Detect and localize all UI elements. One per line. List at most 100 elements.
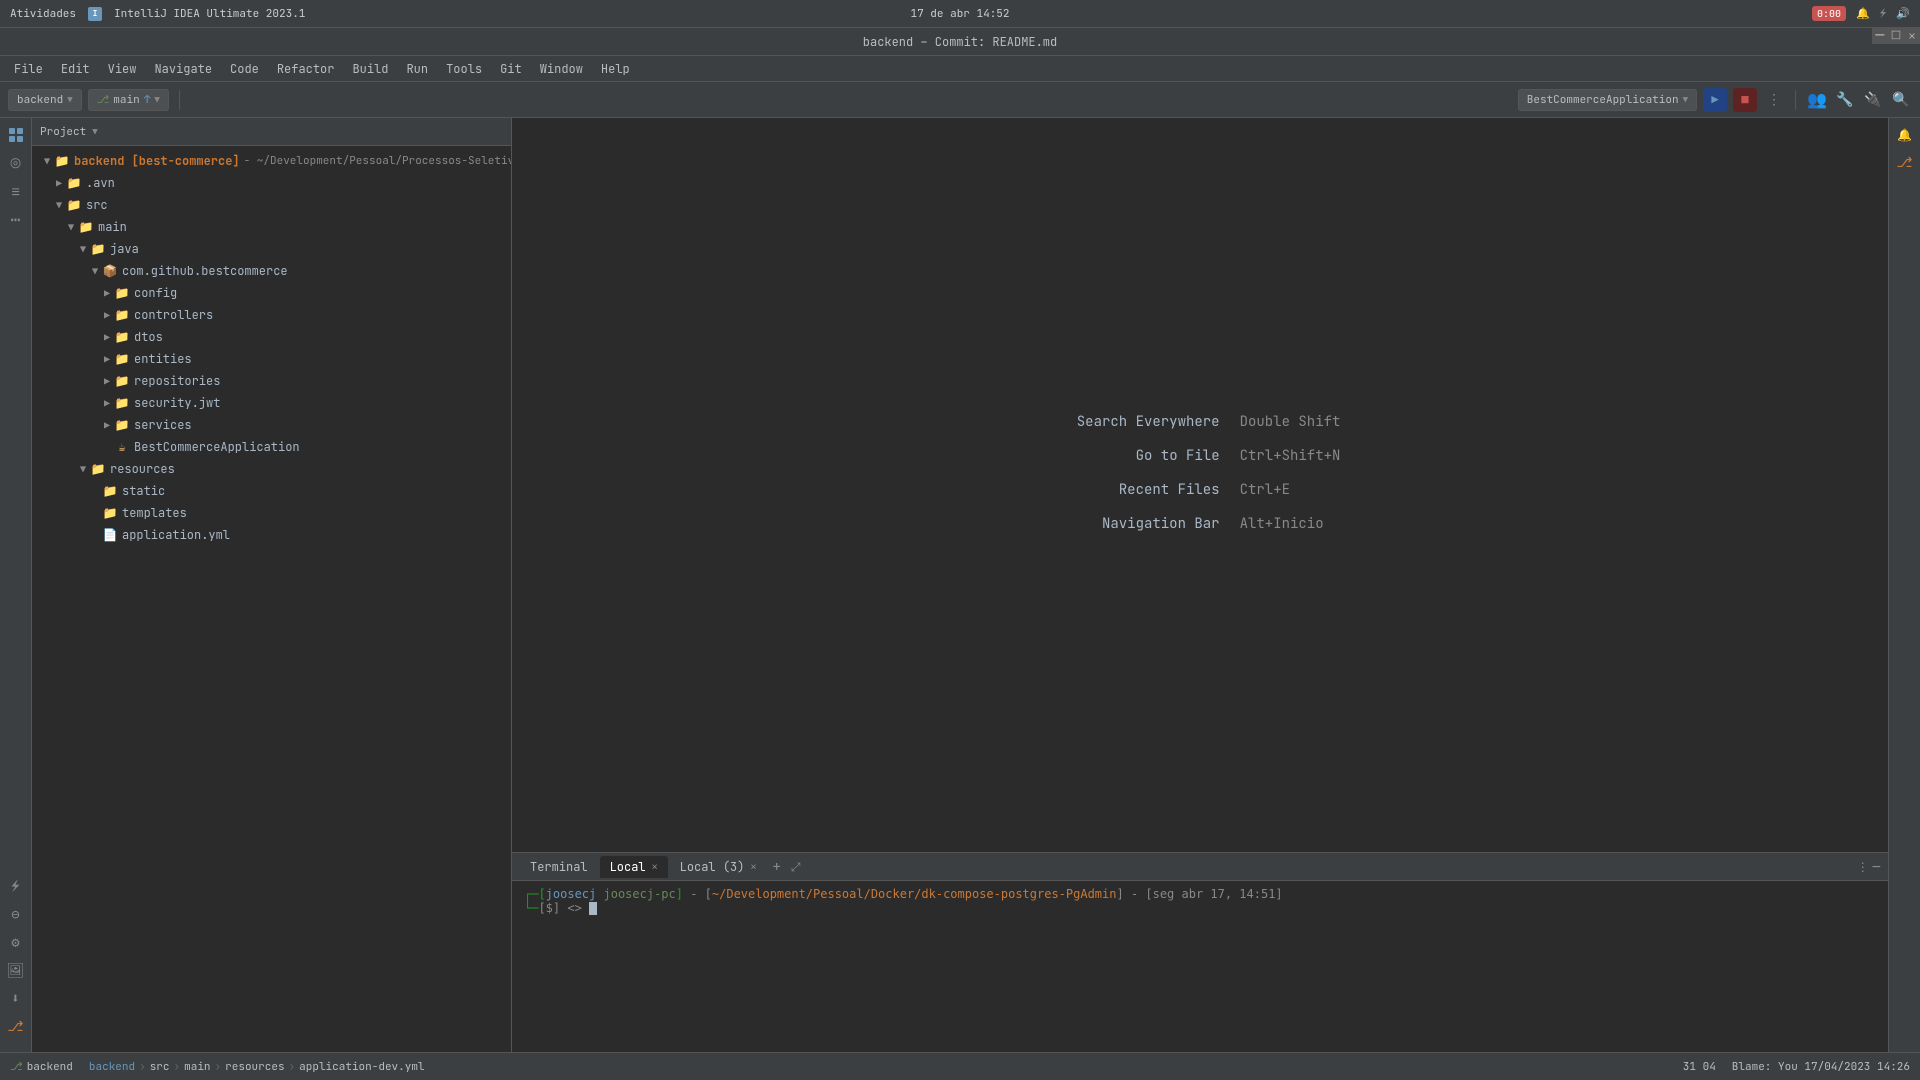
more-options-button[interactable]: ⋮ xyxy=(1763,89,1785,111)
tree-label-controllers: controllers xyxy=(134,307,213,323)
tree-label-security-jwt: security.jwt xyxy=(134,395,220,411)
stop-button[interactable]: ■ xyxy=(1733,88,1757,112)
menu-git[interactable]: Git xyxy=(492,59,530,79)
package-icon: 📦 xyxy=(102,263,118,279)
os-icon-2: ⚡ xyxy=(1880,7,1887,21)
tree-arrow-config: ▶ xyxy=(100,287,114,300)
panel-chevron-icon: ▼ xyxy=(92,126,97,138)
tree-item-src[interactable]: ▼ 📁 src xyxy=(32,194,511,216)
tree-arrow-services: ▶ xyxy=(100,419,114,432)
menu-window[interactable]: Window xyxy=(532,59,591,79)
search-everywhere-icon[interactable]: 🔍 xyxy=(1890,89,1912,111)
term-path: ~/Development/Pessoal/Docker/dk-compose-… xyxy=(712,887,1117,901)
branch-selector[interactable]: ⎇ main ↑ ▼ xyxy=(88,89,169,111)
editor-area: Search Everywhere Double Shift Go to Fil… xyxy=(512,118,1888,852)
menu-refactor[interactable]: Refactor xyxy=(269,59,343,79)
window-controls[interactable]: ─ □ ✕ xyxy=(1872,28,1920,56)
notifications-icon[interactable]: 🖼 xyxy=(5,960,27,982)
people-icon[interactable]: 👥 xyxy=(1806,89,1828,111)
terminal-expand-button[interactable]: ⤢ xyxy=(787,859,805,875)
menu-edit[interactable]: Edit xyxy=(53,59,98,79)
shortcut-label-3: Recent Files xyxy=(1060,481,1220,499)
tree-item-security-jwt[interactable]: ▶ 📁 security.jwt xyxy=(32,392,511,414)
project-selector[interactable]: backend ▼ xyxy=(8,89,82,111)
terminal-content[interactable]: ┌─[joosecj joosecj-pc] - [~/Development/… xyxy=(512,881,1888,1052)
tree-item-main[interactable]: ▼ 📁 main xyxy=(32,216,511,238)
right-notifications-icon[interactable]: 🔔 xyxy=(1894,124,1916,146)
status-bar: ⎇ backend backend › src › main › resourc… xyxy=(0,1052,1920,1080)
os-bar-left: Atividades I IntelliJ IDEA Ultimate 2023… xyxy=(10,7,305,21)
java-file-icon: ☕ xyxy=(114,439,130,455)
folder-icon-src: 📁 xyxy=(66,197,82,213)
settings-wrench-icon[interactable]: 🔧 xyxy=(1834,89,1856,111)
shortcut-label-4: Navigation Bar xyxy=(1060,515,1220,533)
tree-item-config[interactable]: ▶ 📁 config xyxy=(32,282,511,304)
tree-item-services[interactable]: ▶ 📁 services xyxy=(32,414,511,436)
terminal-tab-local3[interactable]: Local (3) ✕ xyxy=(670,856,767,878)
editor-terminal-column: Search Everywhere Double Shift Go to Fil… xyxy=(512,118,1888,1052)
menu-run[interactable]: Run xyxy=(398,59,436,79)
tree-item-repositories[interactable]: ▶ 📁 repositories xyxy=(32,370,511,392)
folder-icon-static: 📁 xyxy=(102,483,118,499)
run-button[interactable]: ▶ xyxy=(1703,88,1727,112)
breadcrumb-sep-3: › xyxy=(289,1060,296,1074)
more-tools-icon[interactable]: ⋯ xyxy=(5,208,27,230)
line-col-label: 31 04 xyxy=(1683,1060,1716,1074)
tree-item-resources[interactable]: ▼ 📁 resources xyxy=(32,458,511,480)
terminal-add-button[interactable]: + xyxy=(768,858,784,876)
terminal-minimize-icon[interactable]: ─ xyxy=(1873,859,1880,875)
minimize-button[interactable]: ─ xyxy=(1872,28,1888,44)
close-button[interactable]: ✕ xyxy=(1904,28,1920,44)
tree-item-entities[interactable]: ▶ 📁 entities xyxy=(32,348,511,370)
app-icon: I xyxy=(88,7,102,21)
settings-sidebar-icon[interactable]: ⚙ xyxy=(5,932,27,954)
download-icon[interactable]: ⬇ xyxy=(5,988,27,1010)
tree-item-application-yml[interactable]: ▶ 📄 application.yml xyxy=(32,524,511,546)
terminal-tab-local-close[interactable]: ✕ xyxy=(652,860,658,873)
git-branch-indicator[interactable]: ⎇ backend xyxy=(10,1060,73,1074)
terminal-tab-local3-label: Local (3) xyxy=(680,859,745,875)
tree-item-backend[interactable]: ▼ 📁 backend [best-commerce] - ~/Developm… xyxy=(32,150,511,172)
term-host: joosecj-pc xyxy=(604,887,676,901)
tree-arrow-repositories: ▶ xyxy=(100,375,114,388)
tree-arrow-pkg: ▼ xyxy=(88,265,102,278)
project-tree-icon[interactable] xyxy=(5,124,27,146)
activities-label[interactable]: Atividades xyxy=(10,7,76,21)
tree-item-templates[interactable]: ▶ 📁 templates xyxy=(32,502,511,524)
tree-label-dtos: dtos xyxy=(134,329,163,345)
bookmarks-icon[interactable]: ≡ xyxy=(5,180,27,202)
right-git-icon[interactable]: ⎇ xyxy=(1894,152,1916,174)
tree-item-dtos[interactable]: ▶ 📁 dtos xyxy=(32,326,511,348)
shortcut-key-1: Double Shift xyxy=(1240,413,1341,431)
tree-item-bestcommerce-pkg[interactable]: ▼ 📦 com.github.bestcommerce xyxy=(32,260,511,282)
menu-code[interactable]: Code xyxy=(222,59,267,79)
os-bar-right: 0:00 🔔 ⚡ 🔊 xyxy=(1812,6,1910,21)
tree-item-static[interactable]: ▶ 📁 static xyxy=(32,480,511,502)
folder-icon-controllers: 📁 xyxy=(114,307,130,323)
plugins-sidebar-icon[interactable]: ⚡ xyxy=(5,876,27,898)
commit-icon[interactable]: ◎ xyxy=(5,152,27,174)
folder-icon-entities: 📁 xyxy=(114,351,130,367)
menu-navigate[interactable]: Navigate xyxy=(146,59,220,79)
menu-build[interactable]: Build xyxy=(344,59,396,79)
problems-icon[interactable]: ⊖ xyxy=(5,904,27,926)
tree-item-bestcommerce-app[interactable]: ▶ ☕ BestCommerceApplication xyxy=(32,436,511,458)
git-icon: ⎇ xyxy=(10,1060,23,1074)
terminal-tab-local3-close[interactable]: ✕ xyxy=(750,860,756,873)
datetime-label: 17 de abr 14:52 xyxy=(911,7,1010,21)
run-config-selector[interactable]: BestCommerceApplication ▼ xyxy=(1518,89,1697,111)
menu-view[interactable]: View xyxy=(100,59,145,79)
terminal-tab-main[interactable]: Terminal xyxy=(520,856,598,878)
tree-item-java[interactable]: ▼ 📁 java xyxy=(32,238,511,260)
vcs-icon[interactable]: ⎇ xyxy=(5,1016,27,1038)
terminal-tab-local[interactable]: Local ✕ xyxy=(600,856,668,878)
plugins-icon[interactable]: 🔌 xyxy=(1862,89,1884,111)
menu-tools[interactable]: Tools xyxy=(438,59,490,79)
maximize-button[interactable]: □ xyxy=(1888,28,1904,44)
menu-help[interactable]: Help xyxy=(593,59,638,79)
menu-file[interactable]: File xyxy=(6,59,51,79)
tree-item-controllers[interactable]: ▶ 📁 controllers xyxy=(32,304,511,326)
tree-label-config: config xyxy=(134,285,177,301)
terminal-more-icon[interactable]: ⋮ xyxy=(1857,859,1869,875)
tree-item-avn[interactable]: ▶ 📁 .avn xyxy=(32,172,511,194)
